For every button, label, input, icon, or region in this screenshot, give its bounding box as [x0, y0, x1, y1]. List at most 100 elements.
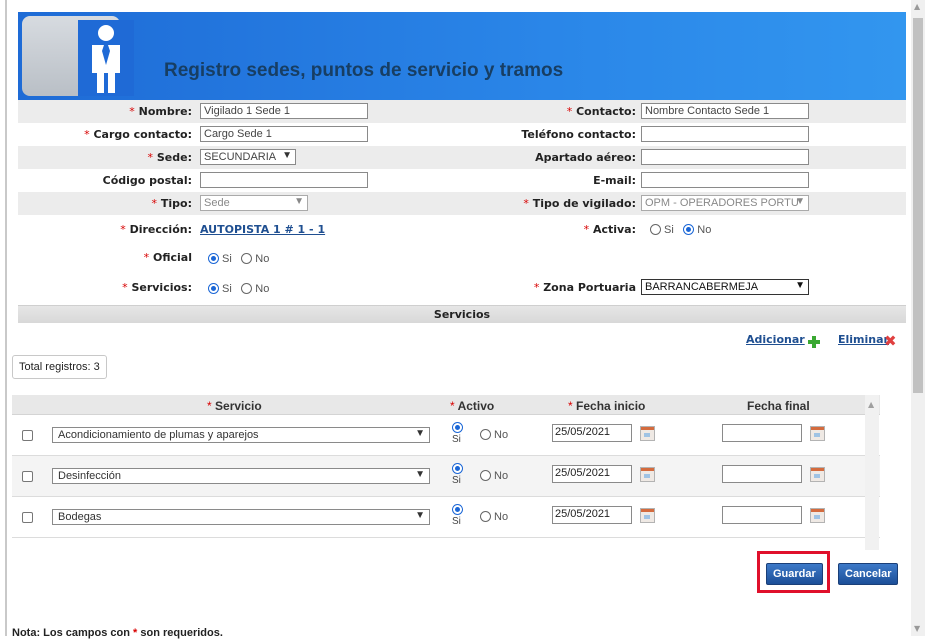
header-icon-box	[22, 16, 134, 96]
servicios-radio-group: Si No	[208, 282, 275, 295]
fecha-inicio-input[interactable]: 25/05/2021	[552, 424, 632, 442]
activo-si: Si	[452, 504, 466, 527]
fecha-final-input[interactable]	[722, 424, 802, 442]
calendar-icon[interactable]	[810, 467, 825, 482]
activo-no: No	[480, 429, 508, 441]
form-row-servicios: * Servicios: Si No * Zona Portuaria BARR…	[18, 273, 906, 302]
col-activo: * Activo	[450, 399, 495, 413]
calendar-icon[interactable]	[640, 508, 655, 523]
activo-no-radio[interactable]	[480, 429, 491, 440]
servicio-select[interactable]: Acondicionamiento de plumas y aparejos ▼	[52, 427, 430, 443]
adicionar-link[interactable]: Adicionar	[746, 333, 805, 346]
total-registros: Total registros: 3	[12, 355, 107, 379]
zona-portuaria-label: * Zona Portuaria	[533, 281, 636, 294]
direccion-label: * Dirección:	[120, 223, 192, 236]
contacto-label: * Contacto:	[566, 105, 636, 118]
nombre-input[interactable]: Vigilado 1 Sede 1	[200, 103, 368, 119]
oficial-no-radio[interactable]	[241, 253, 253, 264]
form-row-oficial: * Oficial Si No	[18, 244, 906, 273]
page-scrollbar[interactable]: ▲ ▼	[911, 0, 925, 636]
plus-icon[interactable]	[808, 336, 820, 348]
scroll-down-icon[interactable]: ▼	[914, 624, 920, 633]
activo-si-radio[interactable]	[452, 504, 463, 515]
contacto-input[interactable]: Nombre Contacto Sede 1	[641, 103, 809, 119]
activo-si: Si	[452, 463, 466, 486]
activa-si-radio[interactable]	[650, 224, 661, 235]
servicio-select[interactable]: Desinfección ▼	[52, 468, 430, 484]
codigo-postal-input[interactable]	[200, 172, 368, 188]
grid-scrollbar[interactable]: ▲	[865, 395, 879, 550]
eliminar-link[interactable]: Eliminar	[838, 333, 889, 346]
direccion-link[interactable]: AUTOPISTA 1 # 1 - 1	[200, 223, 325, 236]
form-row-direccion: * Dirección: AUTOPISTA 1 # 1 - 1 * Activ…	[18, 215, 906, 244]
chevron-down-icon: ▼	[282, 150, 292, 161]
left-border	[5, 0, 7, 636]
form-row-tipo: * Tipo: Sede ▼ * Tipo de vigilado: OPM - …	[18, 192, 906, 215]
activo-no-radio[interactable]	[480, 470, 491, 481]
page-title: Registro sedes, puntos de servicio y tra…	[164, 60, 564, 81]
calendar-icon[interactable]	[810, 508, 825, 523]
activo-no-radio[interactable]	[480, 511, 491, 522]
sede-label: * Sede:	[147, 151, 192, 164]
servicios-section-header: Servicios	[18, 305, 906, 323]
cargo-contacto-input[interactable]: Cargo Sede 1	[200, 126, 368, 142]
activo-si-radio[interactable]	[452, 422, 463, 433]
page-header: Registro sedes, puntos de servicio y tra…	[18, 12, 906, 100]
form-row-sede: * Sede: SECUNDARIA ▼ Apartado aéreo:	[18, 146, 906, 169]
form-row-cargo: * Cargo contacto: Cargo Sede 1 Teléfono …	[18, 123, 906, 146]
guardar-button[interactable]: Guardar	[766, 563, 823, 585]
activo-no: No	[480, 511, 508, 523]
servicios-no-radio[interactable]	[241, 283, 253, 294]
required-note: Nota: Los campos con * son requeridos.	[12, 627, 223, 639]
col-fecha-inicio: * Fecha inicio	[568, 399, 646, 413]
calendar-icon[interactable]	[810, 426, 825, 441]
activa-no-radio[interactable]	[683, 224, 695, 235]
fecha-final-input[interactable]	[722, 506, 802, 524]
activo-no: No	[480, 470, 508, 482]
chevron-down-icon: ▼	[795, 280, 805, 291]
table-row: Desinfección ▼ Si No 25/05/2021	[12, 456, 880, 497]
fecha-inicio-input[interactable]: 25/05/2021	[552, 465, 632, 483]
scroll-up-icon[interactable]: ▲	[914, 2, 920, 11]
row-checkbox[interactable]	[22, 430, 33, 441]
scroll-up-icon[interactable]: ▲	[868, 400, 874, 409]
tipo-select[interactable]: Sede ▼	[200, 195, 308, 211]
chevron-down-icon: ▼	[415, 510, 425, 521]
oficial-si-radio[interactable]	[208, 253, 219, 264]
tipo-label: * Tipo:	[151, 197, 192, 210]
servicios-si-radio[interactable]	[208, 283, 219, 294]
email-input[interactable]	[641, 172, 809, 188]
servicio-select[interactable]: Bodegas ▼	[52, 509, 430, 525]
tipo-vigilado-select[interactable]: OPM - OPERADORES PORTU ▼	[641, 195, 809, 211]
calendar-icon[interactable]	[640, 426, 655, 441]
close-icon[interactable]: ✖	[884, 334, 897, 349]
servicios-label: * Servicios:	[122, 281, 192, 294]
fecha-final-input[interactable]	[722, 465, 802, 483]
email-label: E-mail:	[593, 174, 636, 187]
table-row: Bodegas ▼ Si No 25/05/2021	[12, 497, 880, 538]
form-row-nombre: * Nombre: Vigilado 1 Sede 1 * Contacto: …	[18, 100, 906, 123]
col-servicio: * Servicio	[207, 399, 262, 413]
row-checkbox[interactable]	[22, 471, 33, 482]
apartado-aereo-input[interactable]	[641, 149, 809, 165]
cancelar-button[interactable]: Cancelar	[838, 563, 899, 585]
activo-si-radio[interactable]	[452, 463, 463, 474]
sede-select[interactable]: SECUNDARIA ▼	[200, 149, 296, 165]
zona-portuaria-select[interactable]: BARRANCABERMEJA ▼	[641, 279, 809, 295]
nombre-label: * Nombre:	[129, 105, 192, 118]
col-fecha-final: Fecha final	[747, 399, 810, 413]
table-row: Acondicionamiento de plumas y aparejos ▼ …	[12, 415, 880, 456]
calendar-icon[interactable]	[640, 467, 655, 482]
telefono-contacto-label: Teléfono contacto:	[521, 128, 636, 141]
fecha-inicio-input[interactable]: 25/05/2021	[552, 506, 632, 524]
activa-label: * Activa:	[583, 223, 636, 236]
servicios-grid: * Servicio * Activo * Fecha inicio Fecha…	[12, 395, 880, 550]
telefono-contacto-input[interactable]	[641, 126, 809, 142]
person-tie-icon	[78, 20, 134, 96]
servicios-actions: Adicionar Eliminar ✖	[18, 323, 906, 353]
chevron-down-icon: ▼	[415, 428, 425, 439]
scrollbar-thumb[interactable]	[913, 18, 923, 393]
cargo-contacto-label: * Cargo contacto:	[84, 128, 192, 141]
row-checkbox[interactable]	[22, 512, 33, 523]
tipo-vigilado-label: * Tipo de vigilado:	[523, 197, 636, 210]
